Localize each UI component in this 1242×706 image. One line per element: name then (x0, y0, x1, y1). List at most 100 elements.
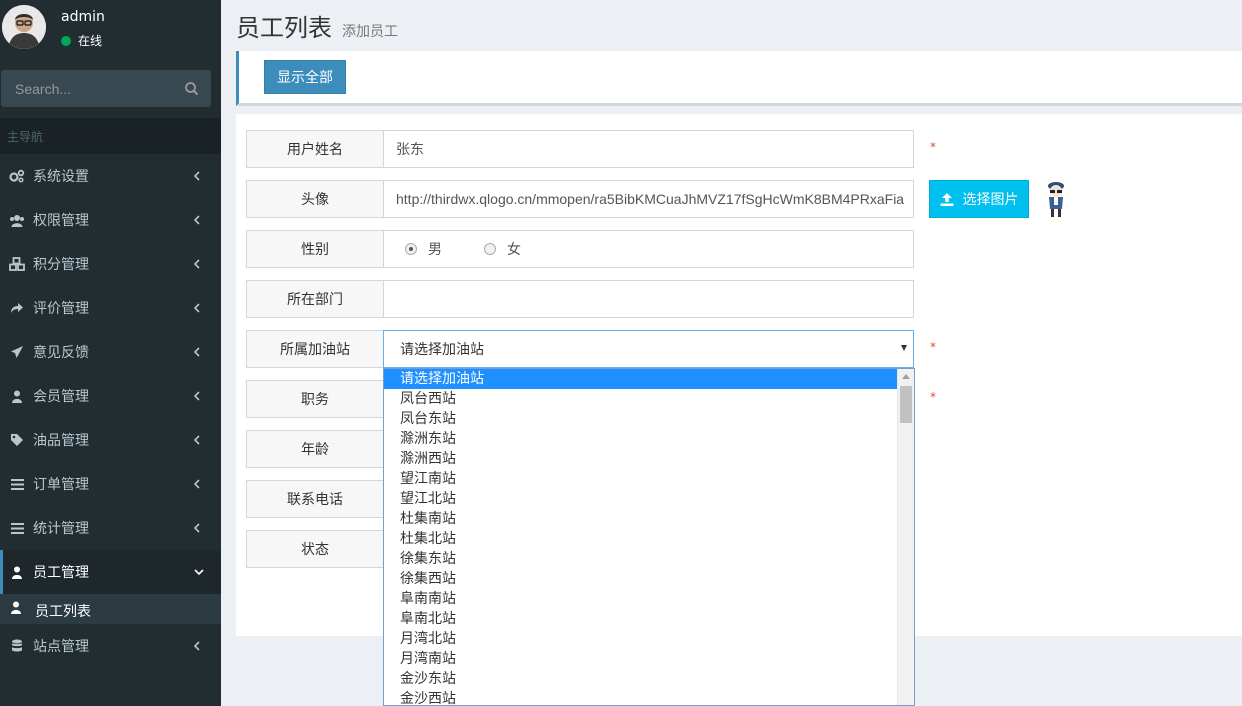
sidebar-item-label: 积分管理 (33, 257, 89, 273)
station-option[interactable]: 望江北站 (384, 489, 898, 509)
sidebar-subitem-label: 员工列表 (35, 604, 91, 620)
sidebar-item-orders[interactable]: 订单管理 (0, 462, 221, 506)
show-all-button[interactable]: 显示全部 (264, 60, 346, 94)
user-status: 在线 (61, 32, 102, 49)
chevron-left-icon (194, 301, 204, 315)
station-select[interactable]: 请选择加油站 (383, 330, 914, 368)
search-icon[interactable] (183, 80, 201, 98)
avatar[interactable] (2, 5, 46, 49)
sidebar-item-members[interactable]: 会员管理 (0, 374, 221, 418)
page-subtitle: 添加员工 (342, 24, 398, 40)
avatar-label: 头像 (246, 180, 384, 218)
station-label: 所属加油站 (246, 330, 384, 368)
user-icon (8, 387, 26, 405)
gender-radio-female[interactable]: 女 (484, 239, 521, 259)
sidebar-item-stations[interactable]: 站点管理 (0, 624, 221, 668)
caret-down-icon (901, 345, 907, 351)
upload-icon (940, 192, 953, 206)
cogs-icon (8, 167, 26, 185)
station-option[interactable]: 阜南南站 (384, 589, 898, 609)
toolbar-box: 显示全部 (236, 51, 1242, 106)
nav-header: 主导航 (0, 118, 221, 154)
radio-unchecked-icon (484, 243, 496, 255)
station-option[interactable]: 滁洲西站 (384, 449, 898, 469)
station-options: 请选择加油站 凤台西站 凤台东站 滁洲东站 滁洲西站 望江南站 望江北站 杜集南站 杜集北站 徐集… (384, 369, 914, 705)
station-option[interactable]: 月湾南站 (384, 649, 898, 669)
chevron-left-icon (194, 169, 204, 183)
station-option[interactable]: 月湾北站 (384, 629, 898, 649)
user-panel: admin 在线 (0, 0, 221, 60)
sidebar: admin 在线 主导航 系统设置 权限管理 (0, 0, 221, 706)
sidebar-item-statistics[interactable]: 统计管理 (0, 506, 221, 550)
name-label: 用户姓名 (246, 130, 384, 168)
dropdown-scrollbar[interactable] (897, 369, 914, 705)
required-mark: * (930, 390, 936, 404)
chevron-left-icon (194, 433, 204, 447)
paper-plane-icon (8, 343, 26, 361)
gender-label: 性别 (246, 230, 384, 268)
sidebar-item-label: 统计管理 (33, 521, 89, 537)
sidebar-item-label: 油品管理 (33, 433, 89, 449)
sidebar-menu: 系统设置 权限管理 积分管理 评价管理 意见反馈 会员管理 油品管理 订单管理 … (0, 154, 221, 668)
station-option[interactable]: 金沙东站 (384, 669, 898, 689)
department-label: 所在部门 (246, 280, 384, 318)
share-icon (8, 299, 26, 317)
upload-image-button[interactable]: 选择图片 (929, 180, 1029, 218)
name-input[interactable]: 张东 (383, 130, 914, 168)
department-input[interactable] (383, 280, 914, 318)
required-mark: * (930, 140, 936, 154)
chevron-left-icon (194, 477, 204, 491)
sidebar-search (1, 70, 211, 107)
station-option[interactable]: 滁洲东站 (384, 429, 898, 449)
station-option[interactable]: 杜集北站 (384, 529, 898, 549)
page-title: 员工列表 (236, 15, 332, 42)
station-option[interactable]: 徐集西站 (384, 569, 898, 589)
station-option[interactable]: 杜集南站 (384, 509, 898, 529)
station-option[interactable]: 望江南站 (384, 469, 898, 489)
cubes-icon (8, 255, 26, 273)
sidebar-item-label: 员工管理 (33, 565, 89, 581)
avatar-preview (1044, 181, 1068, 219)
sidebar-item-system-settings[interactable]: 系统设置 (0, 154, 221, 198)
sidebar-item-label: 订单管理 (33, 477, 89, 493)
station-option[interactable]: 徐集东站 (384, 549, 898, 569)
status-label: 状态 (246, 530, 384, 568)
status-label: 在线 (78, 34, 103, 48)
age-label: 年龄 (246, 430, 384, 468)
gender-option-label: 女 (507, 241, 521, 257)
gender-radio-group: 男 女 (383, 230, 914, 268)
scroll-thumb[interactable] (900, 386, 912, 423)
position-label: 职务 (246, 380, 384, 418)
sidebar-item-feedback[interactable]: 意见反馈 (0, 330, 221, 374)
required-mark: * (930, 340, 936, 354)
sidebar-item-reviews[interactable]: 评价管理 (0, 286, 221, 330)
sidebar-item-oil-products[interactable]: 油品管理 (0, 418, 221, 462)
station-select-value: 请选择加油站 (400, 341, 484, 357)
sidebar-item-label: 站点管理 (33, 639, 89, 655)
station-option[interactable]: 凤台东站 (384, 409, 898, 429)
sidebar-item-points[interactable]: 积分管理 (0, 242, 221, 286)
sidebar-item-staff[interactable]: 员工管理 (0, 550, 221, 594)
gender-radio-male[interactable]: 男 (405, 239, 442, 259)
scroll-up-arrow-icon[interactable] (902, 374, 910, 379)
sidebar-subitem-staff-list[interactable]: 员工列表 (0, 594, 221, 624)
phone-label: 联系电话 (246, 480, 384, 518)
chevron-left-icon (194, 213, 204, 227)
chevron-left-icon (194, 389, 204, 403)
station-option[interactable]: 阜南北站 (384, 609, 898, 629)
bars-icon (8, 519, 26, 537)
chevron-left-icon (194, 639, 204, 653)
station-dropdown-list: 请选择加油站 凤台西站 凤台东站 滁洲东站 滁洲西站 望江南站 望江北站 杜集南站 杜集北站 徐集… (383, 368, 915, 706)
sidebar-item-permissions[interactable]: 权限管理 (0, 198, 221, 242)
avatar-url-input[interactable]: http://thirdwx.qlogo.cn/mmopen/ra5BibKMC… (383, 180, 914, 218)
station-option[interactable]: 请选择加油站 (384, 369, 898, 389)
tags-icon (8, 431, 26, 449)
user-icon (8, 563, 26, 581)
chevron-left-icon (194, 345, 204, 359)
station-option[interactable]: 凤台西站 (384, 389, 898, 409)
user-name: admin (61, 9, 105, 25)
chevron-left-icon (194, 257, 204, 271)
station-option[interactable]: 金沙西站 (384, 689, 898, 705)
search-input[interactable] (1, 70, 176, 107)
gender-option-label: 男 (428, 241, 442, 257)
